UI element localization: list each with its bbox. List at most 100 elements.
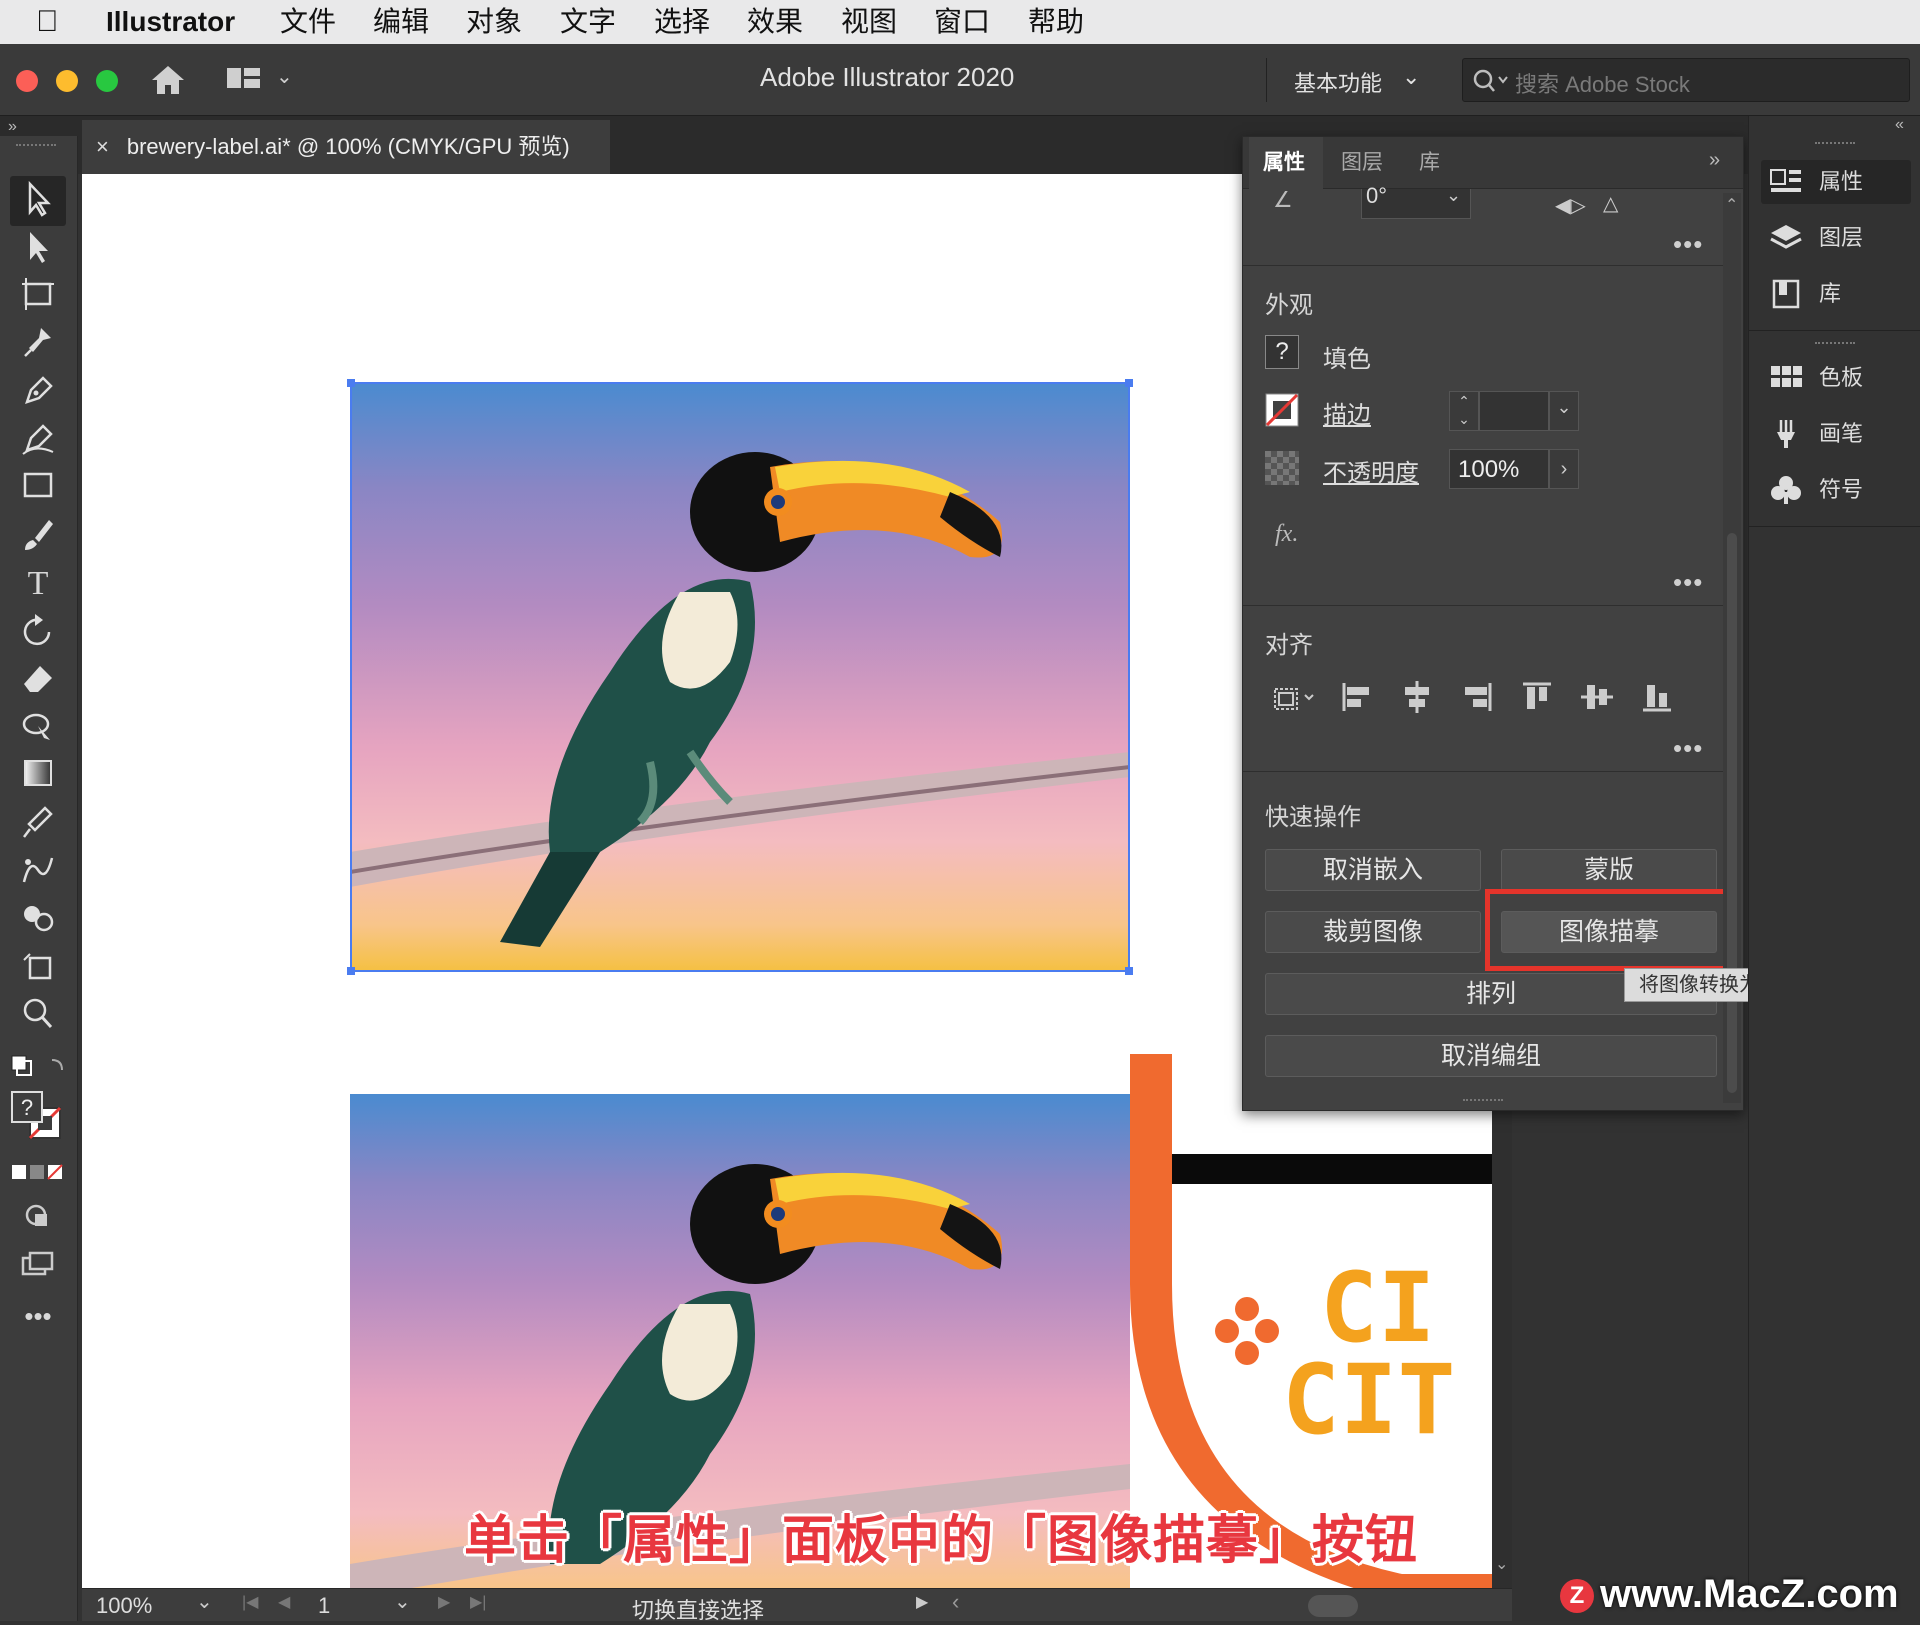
workspace-layout-icon[interactable] <box>226 64 262 92</box>
toolbar-grip[interactable] <box>16 144 56 150</box>
menu-view[interactable]: 视图 <box>841 4 897 40</box>
align-left-icon[interactable] <box>1339 679 1375 715</box>
chevron-down-icon[interactable]: ⌄ <box>276 64 293 89</box>
chevron-down-icon[interactable]: ⌄ <box>1495 1554 1508 1574</box>
align-vertical-center-icon[interactable] <box>1579 679 1615 715</box>
stroke-weight-stepper[interactable]: ⌃ ⌄ <box>1449 391 1479 431</box>
chevron-down-icon[interactable]: ⌄ <box>1402 64 1420 90</box>
opacity-flyout-button[interactable]: › <box>1549 449 1579 489</box>
paintbrush-tool-icon[interactable] <box>18 516 58 556</box>
collapse-dock-icon[interactable]: « <box>1895 116 1904 134</box>
align-top-icon[interactable] <box>1519 679 1555 715</box>
dock-brushes[interactable]: 画笔 <box>1761 412 1911 456</box>
stroke-label[interactable]: 描边 <box>1323 395 1371 430</box>
next-artboard-icon[interactable]: ▶ <box>438 1592 450 1612</box>
flip-horizontal-icon[interactable]: ◀▷ <box>1555 193 1586 218</box>
home-icon[interactable] <box>148 60 188 100</box>
stock-search-field[interactable]: 搜索 Adobe Stock <box>1462 58 1910 102</box>
menu-effect[interactable]: 效果 <box>747 4 803 40</box>
opacity-field[interactable]: 100% <box>1449 449 1549 489</box>
selection-tool-icon[interactable] <box>18 180 58 220</box>
selection-handle[interactable] <box>347 967 355 975</box>
horizontal-scroll-thumb[interactable] <box>1308 1595 1358 1617</box>
expand-toolbar-icon[interactable]: » <box>8 118 17 136</box>
selection-handle[interactable] <box>1125 967 1133 975</box>
panel-scrollbar[interactable]: ⌃ <box>1723 193 1741 1103</box>
fx-button[interactable]: fx. <box>1275 521 1298 548</box>
zoom-tool-icon[interactable] <box>18 996 58 1036</box>
swap-fill-stroke-icon[interactable] <box>8 1052 68 1082</box>
panel-resize-grip[interactable] <box>1463 1099 1503 1105</box>
menu-edit[interactable]: 编辑 <box>373 4 429 40</box>
zoom-window-button[interactable] <box>96 70 118 92</box>
menu-file[interactable]: 文件 <box>280 4 336 40</box>
color-mode-icons[interactable] <box>10 1162 66 1182</box>
chevron-down-icon[interactable]: ⌄ <box>394 1589 411 1614</box>
direct-selection-tool-icon[interactable] <box>18 228 58 268</box>
crop-image-button[interactable]: 裁剪图像 <box>1265 911 1481 953</box>
first-artboard-icon[interactable]: |◀ <box>242 1592 258 1612</box>
scroll-thumb[interactable] <box>1727 533 1737 1093</box>
artboard-number[interactable]: 1 <box>318 1593 330 1619</box>
rectangle-tool-icon[interactable] <box>18 468 58 508</box>
scroll-left-icon[interactable]: ‹ <box>952 1589 959 1615</box>
menu-app-name[interactable]: Illustrator <box>106 4 235 40</box>
tab-layers[interactable]: 图层 <box>1341 137 1383 189</box>
opacity-label[interactable]: 不透明度 <box>1323 453 1419 488</box>
menu-help[interactable]: 帮助 <box>1028 4 1084 40</box>
align-right-icon[interactable] <box>1459 679 1495 715</box>
ungroup-button[interactable]: 取消编组 <box>1265 1035 1717 1077</box>
screen-mode-icon[interactable] <box>18 1248 58 1288</box>
align-to-selection-icon[interactable] <box>1269 679 1319 715</box>
flip-vertical-icon[interactable]: △ <box>1603 191 1618 216</box>
tab-properties[interactable]: 属性 <box>1263 137 1305 189</box>
stroke-weight-field[interactable] <box>1479 391 1549 431</box>
crop-tool-icon[interactable] <box>18 948 58 988</box>
dock-grip[interactable] <box>1815 342 1855 348</box>
dock-libraries[interactable]: 库 <box>1761 272 1911 316</box>
tab-libraries[interactable]: 库 <box>1419 137 1440 189</box>
panel-collapse-icon[interactable]: » <box>1709 149 1720 172</box>
shape-builder-tool-icon[interactable] <box>18 900 58 940</box>
align-bottom-icon[interactable] <box>1639 679 1675 715</box>
menu-select[interactable]: 选择 <box>654 4 710 40</box>
scroll-up-icon[interactable]: ⌃ <box>1725 195 1738 215</box>
zoom-level[interactable]: 100% <box>96 1593 152 1619</box>
align-horizontal-center-icon[interactable] <box>1399 679 1435 715</box>
fill-swatch[interactable]: ? <box>1265 335 1299 369</box>
rotation-field[interactable]: 0° ⌄ <box>1361 183 1471 219</box>
eraser-tool-icon[interactable] <box>18 660 58 700</box>
dock-grip[interactable] <box>1815 142 1855 148</box>
dock-symbols[interactable]: 符号 <box>1761 468 1911 512</box>
unembed-button[interactable]: 取消嵌入 <box>1265 849 1481 891</box>
dock-layers[interactable]: 图层 <box>1761 216 1911 260</box>
menu-window[interactable]: 窗口 <box>934 4 990 40</box>
minimize-window-button[interactable] <box>56 70 78 92</box>
puppet-warp-tool-icon[interactable] <box>18 324 58 364</box>
rotate-tool-icon[interactable] <box>18 612 58 652</box>
selection-handle[interactable] <box>1125 379 1133 387</box>
curvature-tool-icon[interactable] <box>18 420 58 460</box>
artboard-tool-icon[interactable] <box>18 276 58 316</box>
selection-handle[interactable] <box>347 379 355 387</box>
fill-label[interactable]: 填色 <box>1323 339 1371 374</box>
more-options-icon[interactable]: ••• <box>1673 567 1703 598</box>
prev-artboard-icon[interactable]: ◀ <box>278 1592 290 1612</box>
more-options-icon[interactable]: ••• <box>1673 733 1703 764</box>
document-tab[interactable]: × brewery-label.ai* @ 100% (CMYK/GPU 预览) <box>82 120 610 174</box>
pen-tool-icon[interactable] <box>18 372 58 412</box>
more-tools-icon[interactable]: ••• <box>18 1296 58 1336</box>
type-tool-icon[interactable]: T <box>18 564 58 604</box>
free-transform-tool-icon[interactable] <box>18 708 58 748</box>
menu-type[interactable]: 文字 <box>560 4 616 40</box>
close-tab-icon[interactable]: × <box>96 134 109 159</box>
chevron-down-icon[interactable]: ⌄ <box>1446 185 1461 206</box>
blend-tool-icon[interactable] <box>18 852 58 892</box>
last-artboard-icon[interactable]: ▶| <box>470 1592 486 1612</box>
dock-properties[interactable]: 属性 <box>1761 160 1911 204</box>
chevron-down-icon[interactable]: ⌄ <box>196 1589 213 1614</box>
fill-stroke-swatch[interactable]: ? <box>8 1088 68 1144</box>
search-input[interactable]: 搜索 Adobe Stock <box>1515 67 1690 99</box>
more-options-icon[interactable]: ••• <box>1673 229 1703 260</box>
stroke-weight-dropdown[interactable]: ⌄ <box>1549 391 1579 431</box>
